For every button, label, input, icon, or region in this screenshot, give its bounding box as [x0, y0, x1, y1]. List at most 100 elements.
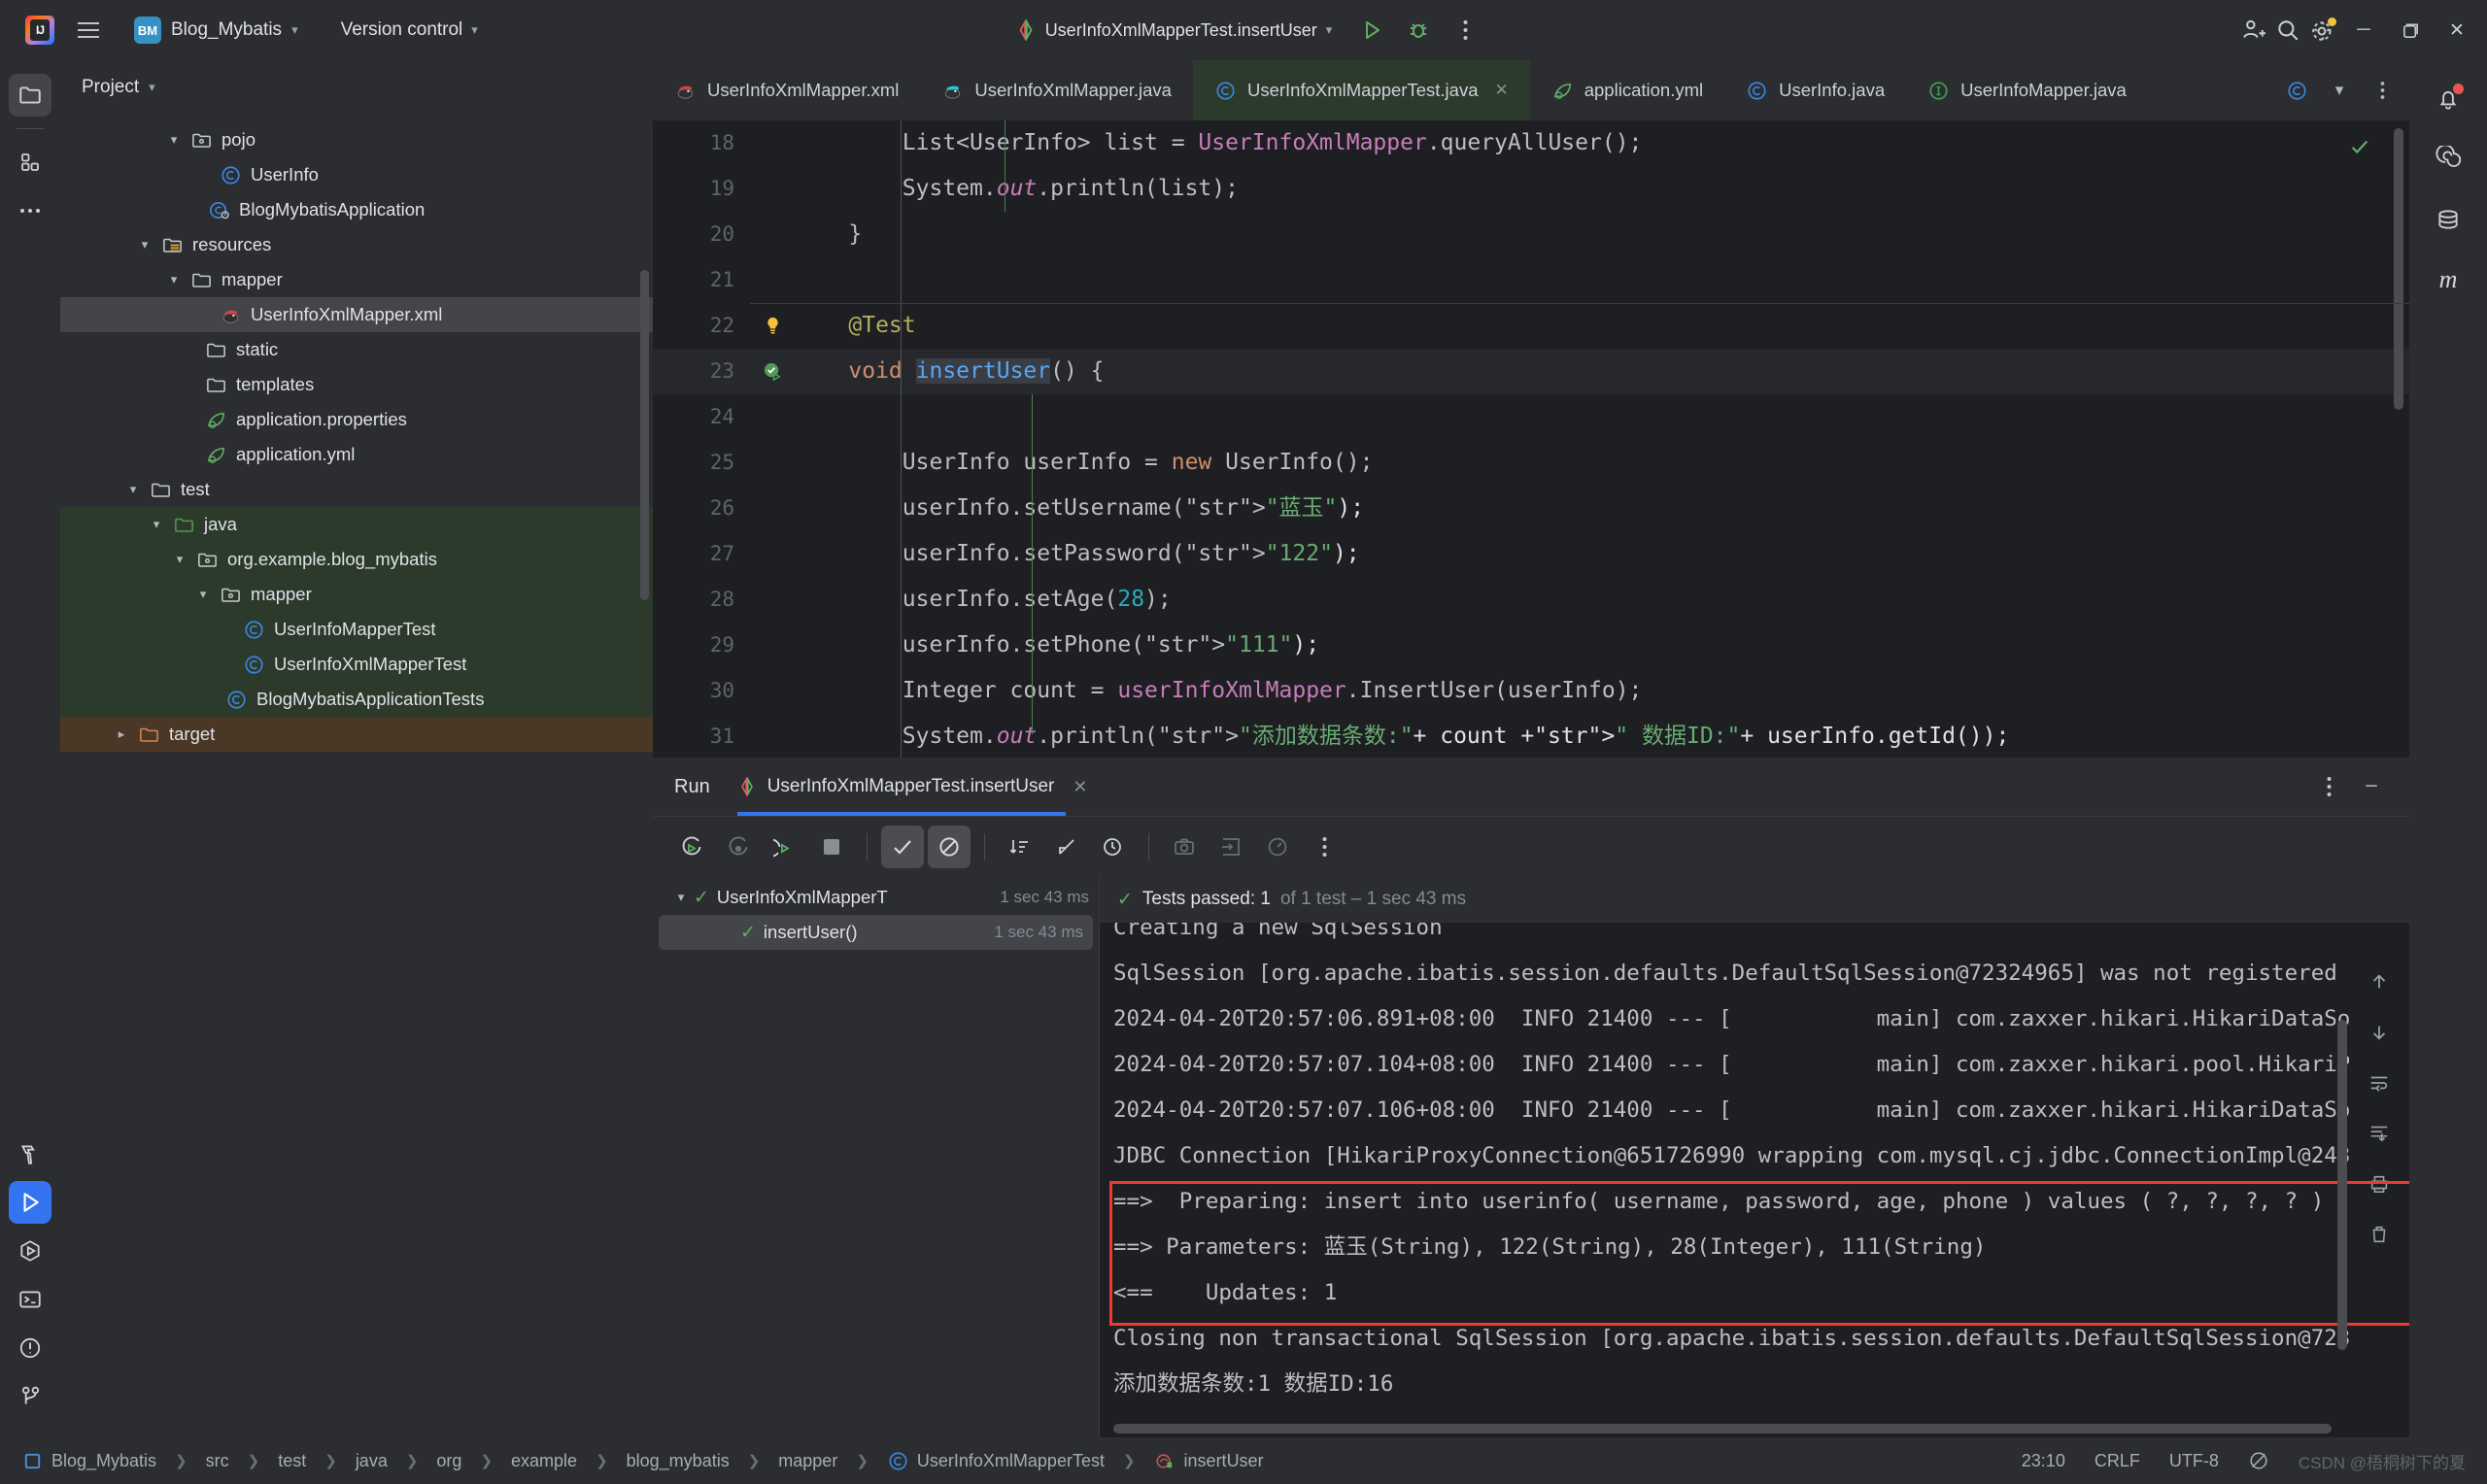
clear-all-icon[interactable]: [2361, 1216, 2398, 1253]
breadcrumb-item-mapper[interactable]: mapper: [778, 1451, 837, 1471]
project-tree-item-test[interactable]: ▾ test: [60, 472, 653, 507]
project-tree-item-userinfoxmlmapper-xml[interactable]: UserInfoXmlMapper.xml: [60, 297, 653, 332]
breadcrumb-item-blog-mybatis[interactable]: Blog_Mybatis: [21, 1450, 156, 1472]
project-tree-item-org-example-blog-mybatis[interactable]: ▾ org.example.blog_mybatis: [60, 542, 653, 577]
code-line-18[interactable]: 18 List<UserInfo> list = UserInfoXmlMapp…: [653, 120, 2409, 166]
scroll-down-icon[interactable]: [2361, 1014, 2398, 1051]
project-tree-item-application-properties[interactable]: application.properties: [60, 402, 653, 437]
run-button[interactable]: [1355, 14, 1388, 47]
notifications-icon[interactable]: [2427, 78, 2470, 120]
import-results-icon[interactable]: [1209, 826, 1252, 868]
breadcrumb-item-blog-mybatis[interactable]: blog_mybatis: [627, 1451, 730, 1471]
class-icon[interactable]: [2277, 71, 2316, 110]
chevron-down-icon[interactable]: ▾: [144, 517, 169, 532]
export-results-icon[interactable]: [1163, 826, 1206, 868]
editor-scrollbar[interactable]: [2394, 128, 2403, 410]
stop-icon[interactable]: [810, 826, 853, 868]
code-line-22[interactable]: 22 @Test: [653, 303, 2409, 349]
code-line-20[interactable]: 20 }: [653, 212, 2409, 257]
test-results-tree[interactable]: ▾ ✓ UserInfoXmlMapperT 1 sec 43 ms ✓ insertUs…: [653, 876, 1100, 1437]
console-output[interactable]: Creating a new SqlSession SqlSession [org…: [1100, 923, 2349, 1437]
sort-alphabetically-icon[interactable]: [999, 826, 1041, 868]
chevron-down-icon[interactable]: ▾: [668, 890, 694, 905]
sidebar-item-project[interactable]: [9, 74, 51, 117]
sidebar-item-more-tools[interactable]: [9, 189, 51, 232]
sidebar-item-git[interactable]: [9, 1375, 51, 1418]
close-icon[interactable]: ✕: [1494, 81, 1508, 100]
rerun-failed-icon[interactable]: [717, 826, 760, 868]
breadcrumb-item-test[interactable]: test: [278, 1451, 306, 1471]
maven-icon[interactable]: m: [2427, 258, 2470, 301]
breadcrumb-item-org[interactable]: org: [436, 1451, 461, 1471]
console-horizontal-scrollbar[interactable]: [1113, 1424, 2332, 1433]
chevron-down-icon[interactable]: ▾: [120, 482, 146, 497]
chevron-down-icon[interactable]: ▾: [167, 552, 192, 567]
rerun-icon[interactable]: [670, 826, 713, 868]
project-tree-item-pojo[interactable]: ▾ pojo: [60, 122, 653, 157]
code-line-28[interactable]: 28 userInfo.setAge(28);: [653, 577, 2409, 623]
editor-tab-application-yml[interactable]: application.yml: [1530, 60, 1724, 120]
breadcrumb-item-java[interactable]: java: [356, 1451, 388, 1471]
close-icon[interactable]: ✕: [1073, 777, 1087, 797]
project-tree-item-resources[interactable]: ▾ resources: [60, 227, 653, 262]
test-tree-item[interactable]: ▾ ✓ UserInfoXmlMapperT 1 sec 43 ms: [653, 880, 1099, 915]
editor-tab-userinfo-java[interactable]: UserInfo.java: [1724, 60, 1906, 120]
project-tree-scrollbar[interactable]: [640, 270, 649, 600]
lightbulb-icon[interactable]: [750, 315, 795, 337]
chevron-down-icon[interactable]: ▾: [161, 272, 187, 287]
project-tree-item-application-yml[interactable]: application.yml: [60, 437, 653, 472]
code-line-30[interactable]: 30 Integer count = userInfoXmlMapper.Ins…: [653, 668, 2409, 714]
file-encoding[interactable]: UTF-8: [2169, 1451, 2219, 1471]
sidebar-item-structure[interactable]: [9, 141, 51, 184]
project-tree-item-templates[interactable]: templates: [60, 367, 653, 402]
test-settings-icon[interactable]: [1256, 826, 1299, 868]
inspection-off-icon[interactable]: [2248, 1450, 2269, 1471]
breadcrumb-item-insertuser[interactable]: insertUser: [1154, 1450, 1264, 1472]
project-tree-item-target[interactable]: ▸ target: [60, 717, 653, 752]
project-tree-item-blogmybatisapplication[interactable]: BlogMybatisApplication: [60, 192, 653, 227]
version-control-menu[interactable]: Version control ▾: [329, 15, 490, 46]
add-account-icon[interactable]: [2236, 14, 2269, 47]
console-vertical-scrollbar[interactable]: [2337, 1020, 2347, 1350]
project-tree-item-java[interactable]: ▾ java: [60, 507, 653, 542]
sort-by-duration-icon[interactable]: [1092, 826, 1135, 868]
line-separator[interactable]: CRLF: [2095, 1451, 2140, 1471]
soft-wrap-icon[interactable]: [2361, 1064, 2398, 1101]
chevron-down-icon[interactable]: ▾: [132, 237, 157, 253]
run-window-minimize-icon[interactable]: ─: [2355, 770, 2388, 803]
sidebar-item-problems[interactable]: [9, 1327, 51, 1369]
run-toolbar-more-icon[interactable]: [1303, 826, 1346, 868]
run-session-tab[interactable]: UserInfoXmlMapperTest.insertUser ✕: [736, 758, 1087, 816]
minimize-button[interactable]: ─: [2341, 11, 2386, 50]
project-tree-item-userinfomappertest[interactable]: UserInfoMapperTest: [60, 612, 653, 647]
project-tree-item-blogmybatisapplicationtests[interactable]: BlogMybatisApplicationTests: [60, 682, 653, 717]
project-tree-item-userinfoxmlmappertest[interactable]: UserInfoXmlMapperTest: [60, 647, 653, 682]
close-button[interactable]: ✕: [2435, 11, 2479, 50]
code-line-25[interactable]: 25 UserInfo userInfo = new UserInfo();: [653, 440, 2409, 486]
database-icon[interactable]: [2427, 198, 2470, 241]
project-tree-item-userinfo[interactable]: UserInfo: [60, 157, 653, 192]
code-line-19[interactable]: 19 System.out.println(list);: [653, 166, 2409, 212]
search-icon[interactable]: [2271, 14, 2304, 47]
debug-button[interactable]: [1402, 14, 1435, 47]
project-selector[interactable]: BM Blog_Mybatis ▾: [124, 12, 308, 49]
code-line-24[interactable]: 24: [653, 394, 2409, 440]
editor-tab-userinfomapper-java[interactable]: UserInfoMapper.java: [1906, 60, 2148, 120]
chevron-right-icon[interactable]: ▸: [109, 726, 134, 742]
more-vertical-icon[interactable]: [2363, 71, 2402, 110]
editor-tab-userinfoxmlmappertest-java[interactable]: UserInfoXmlMapperTest.java ✕: [1192, 60, 1530, 120]
chevron-down-icon[interactable]: ▾: [190, 587, 216, 602]
sidebar-item-build[interactable]: [9, 1132, 51, 1175]
breadcrumb-item-userinfoxmlmappertest[interactable]: UserInfoXmlMapperTest: [887, 1450, 1105, 1472]
show-passed-tests-icon[interactable]: [881, 825, 924, 868]
scroll-up-icon[interactable]: [2361, 963, 2398, 1000]
code-line-26[interactable]: 26 userInfo.setUsername("str">"蓝玉");: [653, 486, 2409, 531]
code-line-29[interactable]: 29 userInfo.setPhone("str">"111");: [653, 623, 2409, 668]
chevron-down-icon[interactable]: ▾: [149, 80, 155, 95]
scroll-to-end-icon[interactable]: [2361, 1115, 2398, 1152]
sidebar-item-run[interactable]: [9, 1181, 51, 1224]
editor-tab-userinfoxmlmapper-java[interactable]: UserInfoXmlMapper.java: [920, 60, 1193, 120]
chevron-down-icon[interactable]: ▾: [2320, 71, 2359, 110]
sidebar-item-debug[interactable]: [9, 1230, 51, 1272]
chevron-down-icon[interactable]: ▾: [161, 132, 187, 148]
